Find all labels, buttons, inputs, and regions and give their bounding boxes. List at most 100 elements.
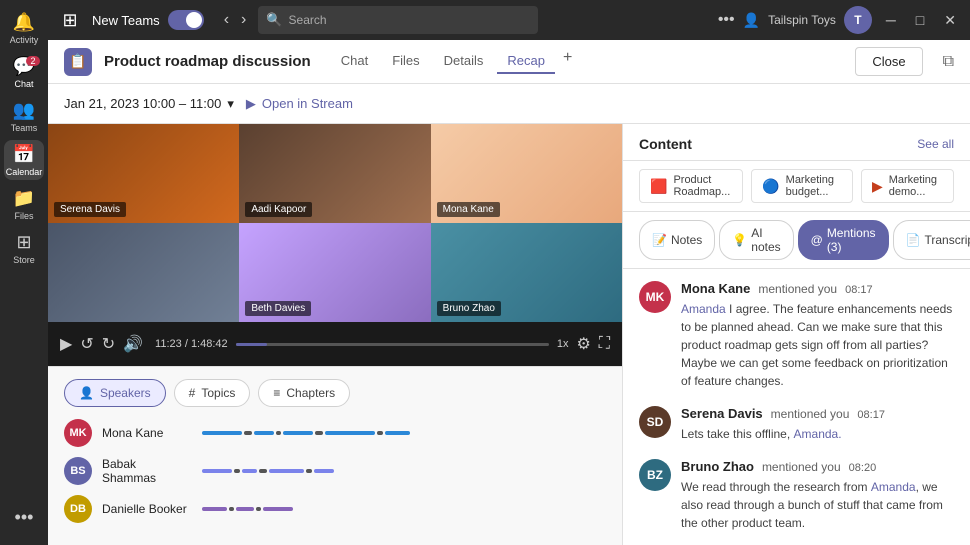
content-files: 🟥 Product Roadmap... 🔵 Marketing budget.… — [623, 161, 970, 212]
quality-button[interactable]: 1x — [557, 338, 569, 350]
video-cell-beth: Beth Davies — [239, 223, 430, 322]
main-area: ⊞ New Teams ‹ › 🔍 ••• 👤 Tailspin Toys T … — [48, 0, 970, 545]
expand-icon[interactable]: ⧉ — [943, 53, 954, 71]
forward-button[interactable]: › — [237, 7, 250, 33]
msg-text-1: Amanda I agree. The feature enhancements… — [681, 300, 954, 390]
content-header: Content See all — [623, 124, 970, 161]
msg-time-1: 08:17 — [845, 284, 873, 296]
video-label-bruno: Bruno Zhao — [437, 301, 501, 316]
sidebar-item-more[interactable]: ••• — [4, 497, 44, 537]
tab-details[interactable]: Details — [434, 49, 494, 74]
recap-toolbar: Jan 21, 2023 10:00 – 11:00 ▾ ▶ Open in S… — [48, 84, 970, 124]
topics-icon: # — [189, 386, 196, 400]
video-cell-serena: Serena Davis — [48, 124, 239, 223]
maximize-button[interactable]: □ — [910, 8, 930, 32]
more-icon: ••• — [15, 507, 34, 528]
avatar-msg-mona: MK — [639, 281, 671, 313]
file-ppt[interactable]: 🟥 Product Roadmap... — [639, 169, 743, 203]
tab-ai-notes[interactable]: 💡 AI notes — [719, 220, 793, 260]
volume-button[interactable]: 🔊 — [123, 334, 143, 354]
msg-mention-2: mentioned you — [771, 407, 850, 421]
speaker-bars-mona — [202, 431, 606, 435]
content-title: Content — [639, 136, 692, 152]
dropdown-icon: ▾ — [227, 96, 234, 112]
close-window-button[interactable]: ✕ — [938, 8, 962, 33]
play-button[interactable]: ▶ — [60, 334, 72, 354]
more-options-icon[interactable]: ••• — [718, 11, 735, 29]
activity-icon: 🔔 — [13, 12, 35, 33]
tab-chat[interactable]: Chat — [331, 49, 378, 74]
video-controls: ▶ ↺ ↻ 🔊 11:23 / 1:48:42 1x ⚙ ⛶ — [48, 322, 622, 366]
topbar-right: ••• 👤 Tailspin Toys T ─ □ ✕ — [718, 6, 962, 34]
msg-content-3: Bruno Zhao mentioned you 08:20 We read t… — [681, 459, 954, 532]
speakers-section: 👤 Speakers # Topics ≡ Chapters — [48, 366, 622, 545]
video-cell-mona: Mona Kane — [431, 124, 622, 223]
video-label-serena: Serena Davis — [54, 202, 126, 217]
recap-area: Jan 21, 2023 10:00 – 11:00 ▾ ▶ Open in S… — [48, 84, 970, 545]
video-label-mona: Mona Kane — [437, 202, 500, 217]
msg-sender-3: Bruno Zhao — [681, 459, 754, 474]
file-name-word: Marketing budget... — [786, 174, 842, 198]
teams-icon: 👥 — [13, 100, 35, 121]
sidebar-item-chat[interactable]: 💬 2 Chat — [4, 52, 44, 92]
tab-transcript[interactable]: 📄 Transcript — [893, 220, 970, 260]
speaker-name-danielle: Danielle Booker — [102, 502, 192, 516]
file-word[interactable]: 🔵 Marketing budget... — [751, 169, 853, 203]
new-teams-toggle[interactable] — [168, 10, 204, 30]
transcript-icon: 📄 — [906, 233, 921, 247]
progress-bar[interactable] — [236, 343, 549, 346]
video-cell-aadi: Aadi Kapoor — [239, 124, 430, 223]
chat-badge: 2 — [26, 56, 40, 66]
search-input[interactable] — [289, 13, 531, 27]
tab-topics[interactable]: # Topics — [174, 379, 251, 407]
msg-header-3: Bruno Zhao mentioned you 08:20 — [681, 459, 954, 474]
see-all-button[interactable]: See all — [917, 137, 954, 151]
msg-header-2: Serena Davis mentioned you 08:17 — [681, 406, 954, 421]
tab-notes[interactable]: 📝 Notes — [639, 220, 715, 260]
tab-speakers[interactable]: 👤 Speakers — [64, 379, 166, 407]
tab-files[interactable]: Files — [382, 49, 429, 74]
sidebar-item-calendar[interactable]: 📅 Calendar — [4, 140, 44, 180]
avatar-msg-serena: SD — [639, 406, 671, 438]
sidebar-item-teams[interactable]: 👥 Teams — [4, 96, 44, 136]
notes-tabs: 📝 Notes 💡 AI notes @ Mentions (3) 📄 — [623, 212, 970, 269]
word-icon: 🔵 — [762, 178, 779, 195]
msg-time-2: 08:17 — [857, 409, 885, 421]
open-stream-button[interactable]: ▶ Open in Stream — [246, 96, 353, 112]
fullscreen-button[interactable]: ⛶ — [599, 335, 610, 353]
search-box[interactable]: 🔍 — [258, 6, 538, 34]
msg-mention-3: mentioned you — [762, 460, 841, 474]
skip-button[interactable]: ↻ — [102, 334, 115, 354]
add-tab-button[interactable]: + — [559, 49, 576, 74]
stream-icon: ▶ — [246, 96, 256, 112]
calendar-icon: 📅 — [13, 144, 35, 165]
file-video[interactable]: ▶ Marketing demo... — [861, 169, 954, 203]
meeting-header: 📋 Product roadmap discussion Chat Files … — [48, 40, 970, 84]
message-item-3: BZ Bruno Zhao mentioned you 08:20 We rea… — [639, 459, 954, 532]
msg-header-1: Mona Kane mentioned you 08:17 — [681, 281, 954, 296]
tab-chapters[interactable]: ≡ Chapters — [258, 379, 350, 407]
sidebar-item-activity[interactable]: 🔔 Activity — [4, 8, 44, 48]
rewind-button[interactable]: ↺ — [80, 334, 93, 354]
video-label-beth: Beth Davies — [245, 301, 311, 316]
speaker-bars-babak — [202, 469, 606, 473]
date-selector[interactable]: Jan 21, 2023 10:00 – 11:00 ▾ — [64, 96, 234, 112]
meeting-title: Product roadmap discussion — [104, 53, 311, 70]
user-avatar[interactable]: T — [844, 6, 872, 34]
msg-time-3: 08:20 — [849, 462, 877, 474]
app-name: New Teams — [92, 13, 160, 28]
speaker-name-babak: Babak Shammas — [102, 457, 192, 485]
sidebar-item-files[interactable]: 📁 Files — [4, 184, 44, 224]
store-icon: ⊞ — [16, 232, 31, 253]
ai-notes-icon: 💡 — [732, 233, 747, 247]
close-meeting-button[interactable]: Close — [855, 47, 922, 76]
back-button[interactable]: ‹ — [220, 7, 233, 33]
sidebar-item-store[interactable]: ⊞ Store — [4, 228, 44, 268]
video-icon: ▶ — [872, 178, 883, 195]
topbar: ⊞ New Teams ‹ › 🔍 ••• 👤 Tailspin Toys T … — [48, 0, 970, 40]
minimize-button[interactable]: ─ — [880, 8, 902, 32]
tab-recap[interactable]: Recap — [497, 49, 555, 74]
tab-mentions[interactable]: @ Mentions (3) — [798, 220, 889, 260]
settings-button[interactable]: ⚙ — [576, 334, 590, 354]
file-name-video: Marketing demo... — [889, 174, 943, 198]
